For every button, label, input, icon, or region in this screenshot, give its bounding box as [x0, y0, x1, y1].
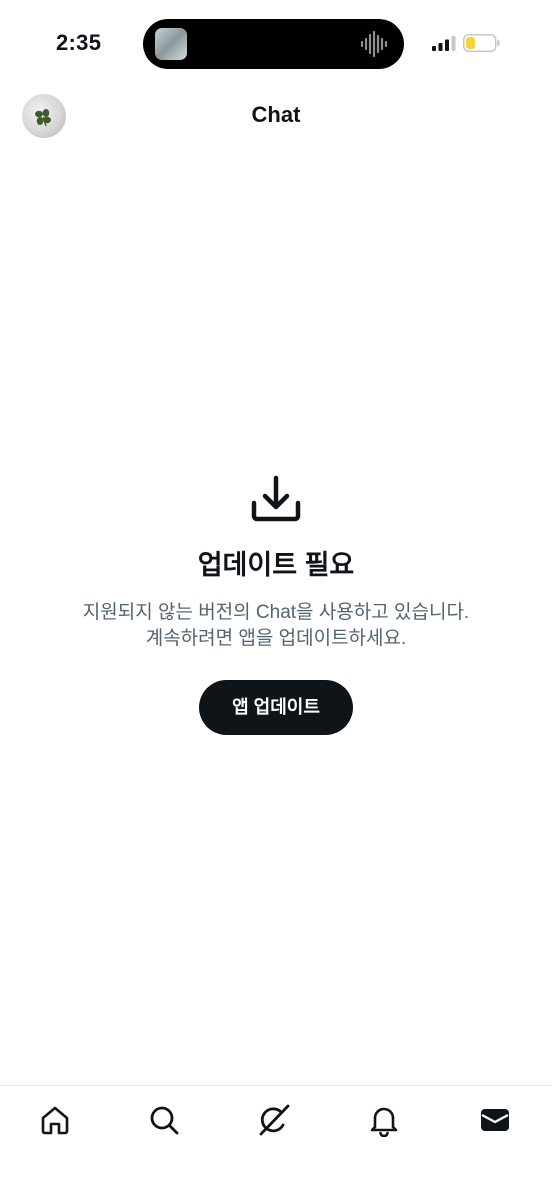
bell-icon	[370, 1107, 398, 1137]
search-icon	[150, 1106, 179, 1135]
dynamic-island[interactable]	[143, 19, 404, 69]
header: Chat	[0, 90, 552, 142]
status-time: 2:35	[56, 30, 102, 55]
nav-notifications[interactable]	[367, 1103, 401, 1137]
message-line-2: 계속하려면 앱을 업데이트하세요.	[145, 628, 407, 649]
nav-messages[interactable]	[478, 1103, 512, 1137]
bottom-nav	[0, 1085, 552, 1200]
update-app-button[interactable]: 앱 업데이트	[199, 680, 353, 735]
update-required-heading: 업데이트 필요	[197, 550, 355, 580]
nav-home[interactable]	[38, 1103, 72, 1137]
mail-icon	[481, 1109, 509, 1131]
now-playing-thumbnail	[155, 28, 187, 60]
update-required-panel: 업데이트 필요 지원되지 않는 버전의 Chat을 사용하고 있습니다. 계속하…	[0, 470, 552, 735]
cellular-signal-icon	[432, 36, 456, 51]
nav-search[interactable]	[147, 1103, 181, 1137]
audio-waveform-icon	[360, 31, 388, 57]
message-line-1: 지원되지 않는 버전의 Chat을 사용하고 있습니다.	[82, 602, 470, 623]
download-icon	[251, 475, 301, 522]
nav-grok[interactable]	[257, 1103, 291, 1137]
status-bar: 2:35	[0, 0, 552, 90]
home-icon	[41, 1106, 69, 1135]
battery-icon	[463, 34, 500, 52]
page-title: Chat	[251, 102, 301, 127]
chat-screen: 2:35 Chat 업데이트 필요 지원되지 않는 버전의 Chat을 사용하고…	[0, 0, 552, 1200]
grok-icon	[259, 1104, 290, 1136]
update-required-message: 지원되지 않는 버전의 Chat을 사용하고 있습니다. 계속하려면 앱을 업데…	[0, 600, 552, 652]
